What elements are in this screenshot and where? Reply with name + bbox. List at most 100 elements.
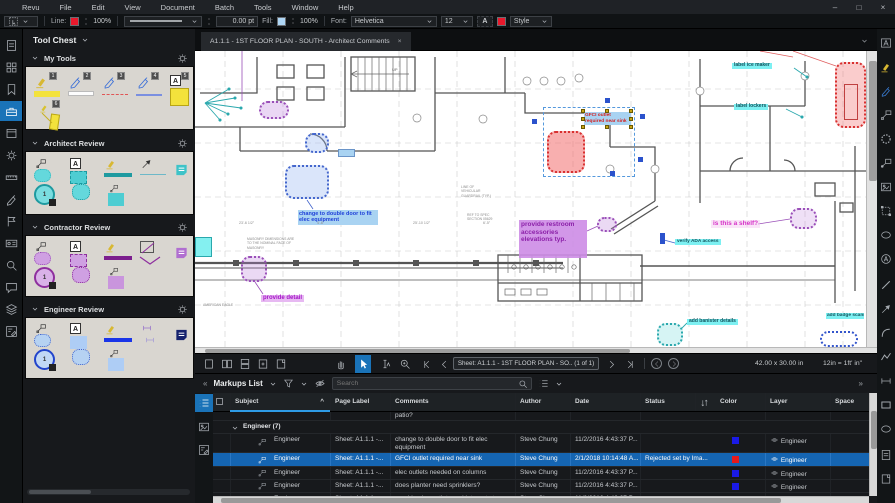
fill-opacity-stepper[interactable] (290, 17, 296, 25)
layers-tab[interactable] (0, 299, 22, 319)
ellipse-stamp-tool[interactable] (877, 225, 895, 245)
markup-label-restroom[interactable]: provide restroom accessories elevations … (519, 220, 587, 258)
minimize-button[interactable]: – (823, 0, 847, 14)
autosize-text-button[interactable]: A (476, 15, 493, 27)
tool-highlight-teal[interactable] (104, 158, 132, 177)
blue-square-markup[interactable] (638, 157, 643, 162)
markup-summary-tab[interactable] (0, 321, 22, 341)
signatures-tab[interactable] (0, 189, 22, 209)
tool-cloud[interactable] (72, 349, 90, 365)
maximize-button[interactable]: □ (847, 0, 871, 14)
table-row[interactable]: Engineer Sheet: A1.1.1 -... elec outlets… (213, 467, 869, 480)
tool-highlight-blue[interactable] (104, 323, 132, 342)
search-input[interactable] (332, 380, 518, 387)
tool-pen-red-line[interactable]: 3 (102, 72, 128, 95)
markup-label-gfci[interactable]: GFCI outlet required near sink (584, 112, 631, 126)
cloud-tool[interactable] (877, 129, 895, 149)
callout-leader-tool[interactable] (877, 153, 895, 173)
tab-overflow-chevron[interactable] (860, 37, 869, 45)
image-tool[interactable] (877, 177, 895, 197)
table-vertical-scrollbar[interactable] (869, 393, 877, 496)
group-row-engineer[interactable]: Engineer (7) (213, 421, 869, 434)
pan-tool-icon[interactable] (333, 357, 349, 371)
list-view-icon[interactable] (538, 378, 549, 389)
table-row-selected[interactable]: Engineer Sheet: A1.1.1 -... GFCI outlet … (213, 453, 869, 467)
selection-handle[interactable] (629, 117, 633, 121)
line-color-swatch[interactable] (70, 16, 80, 26)
blue-square-markup[interactable] (532, 119, 537, 124)
gear-icon[interactable] (177, 53, 188, 64)
arrow-tool[interactable] (877, 299, 895, 319)
document-panel-icon[interactable] (877, 445, 895, 465)
tool-chest-scrollbar[interactable] (27, 489, 190, 495)
blue-square-markup[interactable] (660, 233, 665, 244)
thumbnails-tab[interactable] (0, 57, 22, 77)
chevron-down-icon[interactable] (300, 380, 308, 388)
document-tab[interactable]: A1.1.1 - 1ST FLOOR PLAN - SOUTH - Archit… (201, 32, 411, 51)
split-view-icon[interactable] (237, 357, 253, 371)
eye-icon[interactable] (770, 469, 779, 477)
next-view-icon[interactable] (668, 358, 679, 369)
next-page-icon[interactable] (603, 357, 619, 371)
selection-handle[interactable] (629, 109, 633, 113)
menu-document[interactable]: Document (151, 3, 205, 12)
search-tab[interactable] (0, 255, 22, 275)
tool-dimension[interactable] (140, 323, 154, 333)
tool-pen-white[interactable]: 2 (68, 72, 94, 96)
capture-media-tab[interactable] (195, 418, 213, 436)
section-engineer-review[interactable]: Engineer Review (23, 301, 196, 317)
callout-tool[interactable] (877, 105, 895, 125)
line-style-dropdown[interactable] (124, 15, 203, 27)
menu-batch[interactable]: Batch (205, 3, 244, 12)
eye-icon[interactable] (770, 436, 779, 444)
column-layer[interactable]: Layer (765, 393, 830, 411)
tool-cloud[interactable] (72, 267, 90, 283)
line-opacity-stepper[interactable] (83, 17, 89, 26)
single-page-view-icon[interactable] (201, 357, 217, 371)
fit-width-icon[interactable] (273, 357, 289, 371)
selection-handle[interactable] (605, 109, 609, 113)
tool-callout-cloud[interactable] (34, 158, 51, 182)
markup-label-double-door[interactable]: change to double door to fit elec equipm… (298, 210, 378, 225)
close-button[interactable]: × (871, 0, 895, 14)
studio-tab[interactable] (0, 277, 22, 297)
properties-tab[interactable] (0, 123, 22, 143)
search-icon[interactable] (518, 379, 528, 389)
drawing-canvas[interactable]: change to double door to fit elec equipm… (195, 51, 877, 347)
tool-text-box[interactable]: A (70, 323, 87, 349)
markup-label-shelf[interactable]: is this a shelf? (711, 220, 761, 228)
cloud-markup-blue-large[interactable] (285, 165, 329, 199)
menu-tools[interactable]: Tools (244, 3, 282, 12)
markup-label-banister[interactable]: add banister details (687, 318, 738, 325)
menu-edit[interactable]: Edit (82, 3, 115, 12)
spaces-tab[interactable] (0, 233, 22, 253)
tool-span-measure[interactable] (139, 241, 161, 265)
polyline-tool[interactable] (877, 347, 895, 367)
previous-view-icon[interactable] (651, 358, 662, 369)
selection-handle[interactable] (581, 117, 585, 121)
tool-count-circle[interactable]: 1 (34, 184, 56, 206)
menu-file[interactable]: File (50, 3, 82, 12)
attachments-panel-icon[interactable] (877, 469, 895, 489)
stroke-width-field[interactable]: 0.00 pt (216, 15, 259, 27)
markup-label-lockers[interactable]: label lockers (734, 103, 769, 110)
zoom-tool-icon[interactable] (397, 357, 413, 371)
gear-icon[interactable] (177, 222, 188, 233)
markups-list-title[interactable]: Markups List (213, 379, 262, 388)
markup-label-badge-scanner[interactable]: add badge scann (826, 313, 864, 319)
tool-yellow-highlight[interactable]: 1 (34, 72, 60, 97)
cloud-markup-red-selected[interactable] (547, 131, 585, 173)
table-row[interactable]: Engineer Sheet: A1.1.1 -... does planter… (213, 480, 869, 493)
column-color[interactable]: Color (710, 393, 765, 411)
selection-handle[interactable] (605, 125, 609, 129)
select-text-icon[interactable] (377, 357, 393, 371)
stroke-width-stepper[interactable] (206, 17, 212, 26)
gear-icon[interactable] (177, 138, 188, 149)
cloud-markup-blue-small[interactable] (305, 133, 329, 153)
chevron-down-icon[interactable] (555, 380, 563, 388)
fill-color-swatch[interactable] (276, 16, 286, 26)
selection-handle[interactable] (581, 125, 585, 129)
selection-handle[interactable] (581, 109, 585, 113)
hide-markups-icon[interactable] (314, 378, 326, 389)
tool-callout-box[interactable] (108, 349, 124, 371)
